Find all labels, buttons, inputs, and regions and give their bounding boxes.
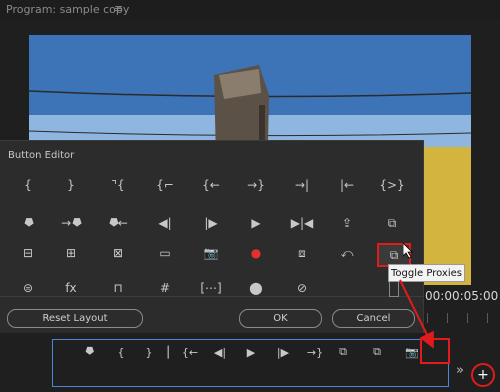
panel-menu-icon[interactable]: ≡ bbox=[114, 2, 123, 15]
grid-button-1-7[interactable]: ⇪ bbox=[332, 213, 362, 233]
grid-button-2-5[interactable]: ● bbox=[241, 243, 271, 263]
bar-button-10[interactable]: ⧉ bbox=[366, 343, 388, 361]
timeline-ruler bbox=[419, 307, 500, 325]
grid-button-0-4[interactable]: {← bbox=[196, 175, 226, 195]
bar-button-4[interactable]: {← bbox=[179, 343, 201, 361]
grid-button-1-8[interactable]: ⧉ bbox=[377, 213, 407, 233]
bar-button-6[interactable]: ▶ bbox=[240, 343, 262, 361]
tooltip: Toggle Proxies bbox=[388, 264, 465, 282]
grid-button-3-4[interactable]: [⋯] bbox=[196, 278, 226, 298]
button-editor-dialog: Button Editor {} ⌝{{⌐ {← →} →| |← {>} ⯂ →⯂ ⯂← ◀| |▶… bbox=[0, 140, 424, 333]
bar-button-1[interactable]: { bbox=[110, 343, 132, 361]
grid-button-0-1[interactable]: } bbox=[56, 175, 86, 195]
grid-button-3-0[interactable]: ⊜ bbox=[13, 278, 43, 298]
bar-button-7[interactable]: |▶ bbox=[272, 343, 294, 361]
overflow-chevron-icon[interactable]: » bbox=[456, 363, 464, 378]
bar-button-5[interactable]: ◀| bbox=[209, 343, 231, 361]
cancel-button[interactable]: Cancel bbox=[332, 309, 415, 328]
timecode-display: 00:00:05:00 bbox=[425, 289, 499, 303]
grid-button-1-6[interactable]: ▶|◀ bbox=[287, 213, 317, 233]
grid-button-2-2[interactable]: ⊠ bbox=[103, 243, 133, 263]
grid-button-2-6[interactable]: ⧈ bbox=[287, 243, 317, 263]
mouse-pointer-icon bbox=[402, 242, 413, 263]
grid-button-0-7[interactable]: |← bbox=[332, 175, 362, 195]
grid-button-1-0[interactable]: ⯂ bbox=[13, 213, 43, 233]
grid-button-2-0[interactable]: ⊟ bbox=[13, 243, 43, 263]
grid-button-3-2[interactable]: ⊓ bbox=[103, 278, 133, 298]
grid-button-0-5[interactable]: →} bbox=[241, 175, 271, 195]
grid-button-3-6[interactable]: ⊘ bbox=[287, 278, 317, 298]
grid-button-2-3[interactable]: ▭ bbox=[150, 243, 180, 263]
grid-button-0-8[interactable]: {>} bbox=[377, 175, 407, 195]
grid-button-3-1[interactable]: fx bbox=[56, 278, 86, 298]
bar-button-2[interactable]: } bbox=[138, 343, 160, 361]
program-monitor-header: Program: sample copy ≡ bbox=[0, 0, 500, 20]
button-grid: {} ⌝{ {⌐ {← →} →| |← {>} ⯂ →⯂ ⯂← ◀| |▶ ▶ ▶|◀ ⇪ ⧉ ⊟ ⊞ ⊠ ▭ 📷 ● ⧈ ⤺… bbox=[0, 141, 423, 301]
grid-button-1-1[interactable]: →⯂ bbox=[56, 213, 86, 233]
grid-button-1-3[interactable]: ◀| bbox=[150, 213, 180, 233]
drop-target-slot[interactable] bbox=[420, 338, 450, 364]
grid-button-2-1[interactable]: ⊞ bbox=[56, 243, 86, 263]
grid-button-1-5[interactable]: ▶ bbox=[241, 213, 271, 233]
grid-button-0-2[interactable]: ⌝{ bbox=[103, 175, 133, 195]
grid-button-0-0[interactable]: { bbox=[13, 175, 43, 195]
grid-button-3-3[interactable]: # bbox=[150, 278, 180, 298]
grid-button-1-4[interactable]: |▶ bbox=[196, 213, 226, 233]
transport-button-bar: ⯂{} ▏ {← ◀| ▶ |▶ →} ⧉ ⧉ 📷 bbox=[52, 339, 449, 387]
button-editor-add-icon[interactable]: + bbox=[471, 363, 495, 387]
grid-button-1-2[interactable]: ⯂← bbox=[103, 213, 133, 233]
grid-button-3-5[interactable]: ⬤ bbox=[241, 278, 271, 298]
ok-button[interactable]: OK bbox=[239, 309, 322, 328]
bar-button-8[interactable]: →} bbox=[304, 343, 326, 361]
reset-layout-button[interactable]: Reset Layout bbox=[7, 309, 143, 328]
bar-button-9[interactable]: ⧉ bbox=[332, 343, 354, 361]
bar-button-0[interactable]: ⯂ bbox=[78, 343, 100, 361]
dialog-divider bbox=[0, 296, 423, 297]
grid-button-0-3[interactable]: {⌐ bbox=[150, 175, 180, 195]
grid-button-2-7[interactable]: ⤺ bbox=[332, 243, 362, 263]
monitor-title: Program: sample copy bbox=[6, 3, 130, 16]
grid-button-2-4[interactable]: 📷 bbox=[196, 243, 226, 263]
grid-button-0-6[interactable]: →| bbox=[287, 175, 317, 195]
